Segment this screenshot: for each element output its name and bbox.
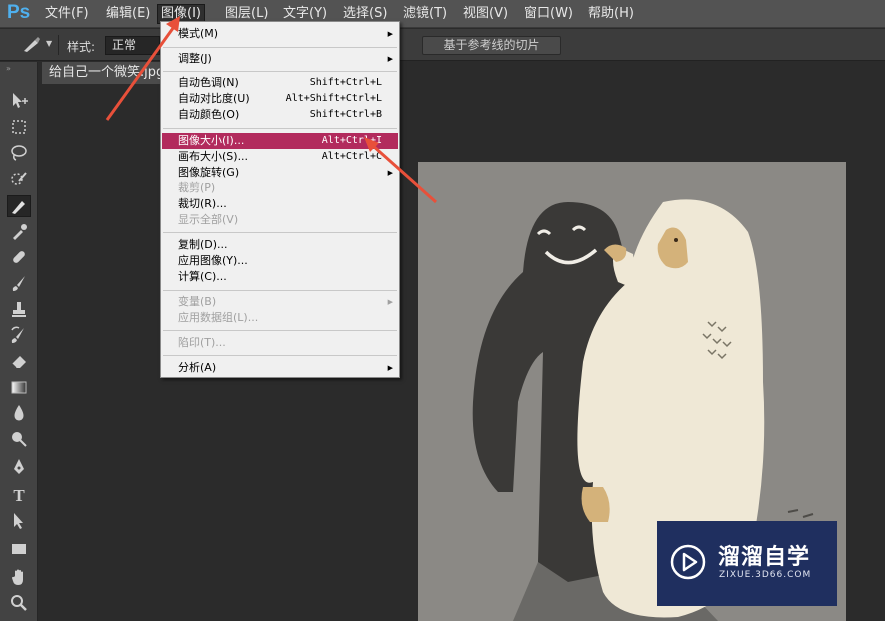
menu-item-trim[interactable]: 裁切(R)... <box>162 196 398 212</box>
menu-help[interactable]: 帮助(H) <box>585 5 637 23</box>
menu-item-trap: 陷印(T)... <box>178 336 226 349</box>
play-logo-icon <box>670 544 706 580</box>
watermark: 溜溜自学 ZIXUE.3D66.COM <box>657 521 837 606</box>
menu-item-duplicate[interactable]: 复制(D)... <box>162 237 398 253</box>
menu-item-variables: 变量(B) ▶ <box>178 295 393 308</box>
menu-separator <box>163 71 397 72</box>
menu-view[interactable]: 视图(V) <box>460 5 511 23</box>
menu-file[interactable]: 文件(F) <box>42 5 92 23</box>
rectangle-tool-icon[interactable] <box>7 539 31 561</box>
menu-item-auto-contrast[interactable]: 自动对比度(U) Alt+Shift+Ctrl+L <box>162 91 398 107</box>
chevron-down-icon[interactable]: ▼ <box>46 39 52 48</box>
document-tab[interactable]: 给自己一个微笑.jpg <box>42 62 170 84</box>
panel-grip-icon[interactable]: » <box>6 64 13 73</box>
menu-item-calculations[interactable]: 计算(C)... <box>162 269 398 285</box>
menu-item-crop: 裁剪(P) <box>178 181 216 194</box>
eyedropper-tool-icon[interactable] <box>7 221 31 243</box>
menu-filter[interactable]: 滤镜(T) <box>400 5 450 23</box>
menu-window[interactable]: 窗口(W) <box>521 5 576 23</box>
menu-bar: Ps 文件(F) 编辑(E) 图像(I) 图层(L) 文字(Y) 选择(S) 滤… <box>0 0 885 28</box>
watermark-title: 溜溜自学 <box>718 545 811 570</box>
menu-item-apply-data-set: 应用数据组(L)... <box>178 311 259 324</box>
blur-tool-icon[interactable] <box>7 403 31 425</box>
lasso-tool-icon[interactable] <box>7 143 31 165</box>
menu-item-reveal-all: 显示全部(V) <box>178 213 239 226</box>
quick-select-tool-icon[interactable] <box>7 169 31 191</box>
submenu-arrow-icon: ▶ <box>387 55 393 63</box>
submenu-arrow-icon: ▶ <box>387 298 393 306</box>
menu-separator <box>163 128 397 129</box>
history-brush-tool-icon[interactable] <box>7 325 31 347</box>
slice-tool-preset-icon[interactable] <box>20 36 42 54</box>
submenu-arrow-icon: ▶ <box>387 364 393 372</box>
menu-separator <box>163 330 397 331</box>
menu-item-auto-color[interactable]: 自动颜色(O) Shift+Ctrl+B <box>162 107 398 123</box>
menu-separator <box>163 232 397 233</box>
eraser-tool-icon[interactable] <box>7 351 31 373</box>
marquee-tool-icon[interactable] <box>7 117 31 139</box>
divider <box>58 35 59 55</box>
watermark-url: ZIXUE.3D66.COM <box>719 570 812 580</box>
hand-tool-icon[interactable] <box>7 567 31 589</box>
menu-item-apply-image[interactable]: 应用图像(Y)... <box>162 253 398 269</box>
menu-separator <box>163 290 397 291</box>
submenu-arrow-icon: ▶ <box>387 169 393 177</box>
menu-separator <box>163 355 397 356</box>
menu-item-canvas-size[interactable]: 画布大小(S)... Alt+Ctrl+C <box>162 149 398 165</box>
tools-panel: » T <box>0 62 38 621</box>
menu-item-analysis[interactable]: 分析(A) ▶ <box>162 360 398 376</box>
clone-stamp-tool-icon[interactable] <box>7 299 31 321</box>
pen-tool-icon[interactable] <box>7 457 31 479</box>
healing-brush-tool-icon[interactable] <box>7 247 31 269</box>
submenu-arrow-icon: ▶ <box>387 30 393 38</box>
type-tool-icon[interactable]: T <box>7 485 31 507</box>
zoom-tool-icon[interactable] <box>7 593 31 615</box>
menu-item-image-rotation[interactable]: 图像旋转(G) ▶ <box>162 165 398 181</box>
style-label: 样式: <box>67 40 96 54</box>
options-bar: ▼ 样式: 正常 基于参考线的切片 <box>0 29 885 61</box>
style-select[interactable]: 正常 <box>105 36 160 55</box>
brush-tool-icon[interactable] <box>7 273 31 295</box>
slices-from-guides-button[interactable]: 基于参考线的切片 <box>422 36 561 55</box>
menu-item-mode[interactable]: 模式(M) ▶ <box>162 26 398 42</box>
menu-separator <box>163 47 397 48</box>
path-select-tool-icon[interactable] <box>7 511 31 533</box>
gradient-tool-icon[interactable] <box>7 377 31 399</box>
slice-tool-icon[interactable] <box>7 195 31 217</box>
image-menu-dropdown: 模式(M) ▶ 调整(J) ▶ 自动色调(N) Shift+Ctrl+L 自动对比度(… <box>160 21 400 378</box>
dodge-tool-icon[interactable] <box>7 429 31 451</box>
menu-edit[interactable]: 编辑(E) <box>103 5 153 23</box>
menu-item-image-size[interactable]: 图像大小(I)... Alt+Ctrl+I <box>162 133 398 149</box>
menu-item-adjustments[interactable]: 调整(J) ▶ <box>162 51 398 67</box>
photoshop-logo: Ps <box>7 2 31 23</box>
move-tool-icon[interactable] <box>7 91 31 113</box>
menu-item-auto-tone[interactable]: 自动色调(N) Shift+Ctrl+L <box>162 75 398 91</box>
